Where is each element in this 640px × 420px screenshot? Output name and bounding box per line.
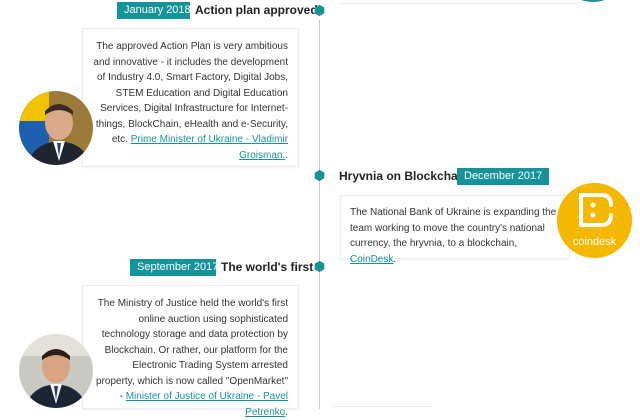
- event-card: The National Bank of Ukraine is expandin…: [340, 195, 570, 265]
- event-date-badge: January 2018: [117, 2, 198, 19]
- person-portrait-icon: [19, 334, 93, 408]
- event-title: The world's first: [216, 257, 319, 277]
- event-description: The Ministry of Justice held the world's…: [93, 296, 288, 420]
- timeline-marker-icon: [312, 168, 327, 183]
- person-portrait-icon: [19, 91, 93, 165]
- event-description: The National Bank of Ukraine is expandin…: [350, 205, 560, 267]
- event-card: The approved Action Plan is very ambitio…: [82, 28, 299, 167]
- event-suffix: .: [393, 253, 397, 265]
- event-date-badge: September 2017: [130, 259, 226, 276]
- event-source-link[interactable]: Prime Minister of Ukraine - Vladimir Gro…: [131, 134, 288, 161]
- event-text: The approved Action Plan is very ambitio…: [93, 41, 288, 145]
- event-description: The approved Action Plan is very ambitio…: [93, 39, 288, 163]
- event-title: Action plan approved: [190, 0, 323, 20]
- event-source-link[interactable]: CoinDesk: [350, 254, 393, 265]
- next-card-edge: [333, 406, 433, 410]
- coindesk-logo-icon: coindesk: [557, 183, 632, 258]
- event-card: The Ministry of Justice held the world's…: [82, 285, 299, 418]
- event-suffix: .: [285, 149, 288, 161]
- event-suffix: .: [285, 406, 288, 418]
- previous-card-edge: [340, 0, 580, 4]
- logo-text: coindesk: [572, 236, 617, 248]
- event-date-badge: December 2017: [457, 168, 550, 185]
- event-text: The Ministry of Justice held the world's…: [96, 298, 288, 402]
- event-title: Hryvnia on Blockchain: [334, 166, 474, 186]
- event-source-link[interactable]: Minister of Justice of Ukraine - Pavel P…: [126, 391, 288, 418]
- timeline-line: [319, 0, 320, 409]
- event-text: The National Bank of Ukraine is expandin…: [350, 207, 557, 249]
